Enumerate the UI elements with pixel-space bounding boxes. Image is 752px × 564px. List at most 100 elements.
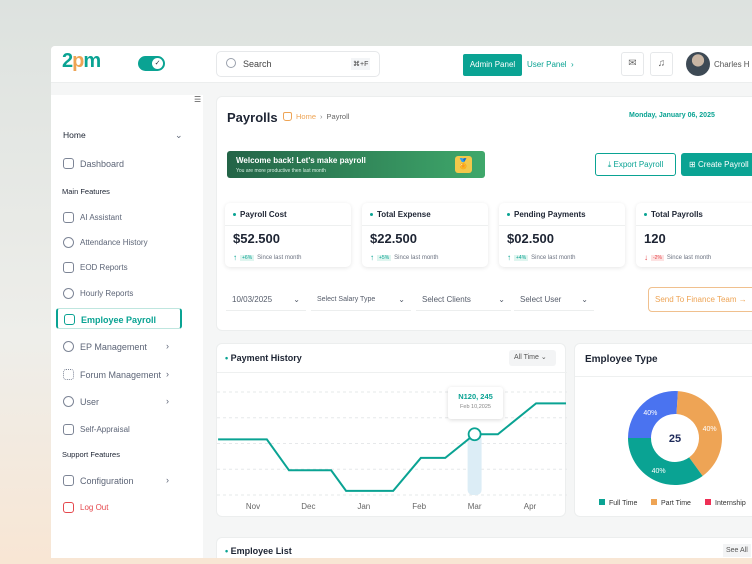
payroll-icon — [64, 314, 75, 325]
payment-history-card: • Payment History All Time ⌄ Nov Dec Jan Fe… — [216, 343, 567, 517]
chart-tooltip: N120, 245 Feb 10,2025 — [448, 387, 503, 419]
sidebar-item-employee-payroll[interactable]: Employee Payroll — [56, 308, 182, 329]
admin-panel-button[interactable]: Admin Panel — [463, 54, 522, 76]
award-icon: 🏅 — [455, 156, 472, 173]
stat-note: Since last month — [531, 254, 576, 261]
slice-label: 40% — [703, 426, 717, 433]
tooltip-value: N120, 245 — [458, 392, 493, 401]
x-tick-label: Nov — [246, 502, 260, 511]
label: EOD Reports — [80, 263, 128, 272]
donut-center-total: 25 — [669, 433, 681, 445]
label: Employee List — [230, 546, 292, 556]
x-tick-label: Mar — [468, 502, 482, 511]
chevron-right-icon: › — [166, 369, 169, 379]
welcome-banner: Welcome back! Let's make payroll You are… — [227, 151, 485, 178]
sidebar-item-dashboard[interactable]: Dashboard — [63, 158, 124, 169]
breadcrumb-home[interactable]: Home — [296, 112, 316, 121]
sidebar-item-ai-assistant[interactable]: AI Assistant — [63, 212, 122, 223]
create-payroll-button[interactable]: ⊞ Create Payroll — [681, 153, 752, 176]
highlight-point[interactable] — [467, 427, 482, 442]
sidebar-item-hourly-reports[interactable]: Hourly Reports — [63, 288, 133, 299]
salary-type-select[interactable]: Select Salary Type ⌄ — [311, 289, 411, 311]
sidebar-item-forum-management[interactable]: Forum Management — [63, 369, 161, 380]
change-badge: +5% — [377, 254, 392, 261]
label: User — [80, 396, 100, 407]
stat-value: $02.500 — [507, 231, 554, 246]
clipboard-icon — [63, 475, 74, 486]
payment-history-chart: Nov Dec Jan Feb Mar Apr — [217, 391, 567, 511]
legend-label: Internship — [715, 500, 746, 507]
highlight-bar — [467, 434, 482, 495]
change-badge: -2% — [651, 254, 664, 261]
clients-select[interactable]: Select Clients ⌄ — [416, 289, 511, 311]
x-tick-label: Jan — [357, 502, 370, 511]
label: AI Assistant — [80, 213, 122, 222]
legend-label: Full Time — [609, 500, 638, 507]
collapse-icon[interactable]: ☰ — [194, 95, 201, 104]
legend-label: Part Time — [661, 500, 691, 507]
logo[interactable]: 2pm — [62, 50, 101, 73]
clipboard-icon — [63, 424, 74, 435]
user-icon — [63, 396, 74, 407]
chevron-down-icon: ⌄ — [498, 295, 505, 304]
change-badge: +6% — [240, 254, 255, 261]
stat-value: $22.500 — [370, 231, 417, 246]
sidebar-item-ep-management[interactable]: EP Management — [63, 341, 147, 352]
theme-toggle[interactable]: ✓ — [138, 56, 165, 71]
logout-button[interactable]: Log Out — [63, 502, 108, 513]
arrow-down-icon: ↓ — [644, 253, 648, 262]
app-window: 2pm ✓ Search ⌘+F Admin Panel User Panel … — [51, 46, 752, 558]
legend-swatch — [599, 499, 605, 505]
slice-full-time[interactable] — [628, 438, 703, 485]
user-panel-link[interactable]: User Panel › — [527, 60, 574, 69]
tooltip-date: Feb 10,2025 — [460, 404, 491, 410]
search-input[interactable]: Search ⌘+F — [216, 51, 380, 77]
user-select[interactable]: Select User ⌄ — [514, 289, 594, 311]
stat-card: Total Expense $22.500 ↑ +5% Since last m… — [362, 203, 488, 267]
slice-label: 40% — [643, 410, 657, 417]
x-tick-label: Feb — [412, 502, 426, 511]
label: 10/03/2025 — [232, 295, 273, 304]
home-icon — [283, 112, 292, 121]
avatar[interactable] — [686, 52, 710, 76]
stat-title: Pending Payments — [507, 210, 586, 219]
stat-title: Total Expense — [370, 210, 431, 219]
stat-card: Payroll Cost $52.500 ↑ +6% Since last mo… — [225, 203, 351, 267]
check-icon: ✓ — [152, 58, 163, 69]
legend-swatch — [705, 499, 711, 505]
breadcrumb: Home › Payroll — [283, 112, 349, 121]
sidebar-item-attendance-history[interactable]: Attendance History — [63, 237, 148, 248]
chevron-down-icon: ⌄ — [175, 130, 183, 140]
chevron-right-icon: › — [166, 396, 169, 406]
download-icon: ⤓ — [607, 160, 612, 169]
home-icon — [63, 158, 74, 169]
see-all-button[interactable]: See All — [723, 544, 751, 557]
sidebar-item-user[interactable]: User — [63, 396, 99, 407]
label: Forum Management — [80, 369, 162, 380]
chevron-right-icon: › — [166, 341, 169, 351]
label: Export Payroll — [613, 160, 664, 169]
bell-icon[interactable]: ♫ — [650, 52, 673, 76]
stat-card: Total Payrolls 120 ↓ -2% Since last mont… — [636, 203, 752, 267]
messages-icon[interactable]: ✉ — [621, 52, 644, 76]
label: Log Out — [80, 503, 109, 512]
sidebar-item-self-appraisal[interactable]: Self-Appraisal — [63, 424, 130, 435]
sidebar-item-configuration[interactable]: Configuration — [63, 475, 134, 486]
label: Select Salary Type — [317, 296, 376, 303]
alarm-icon — [63, 288, 74, 299]
employee-list-title: • Employee List — [225, 546, 292, 556]
send-to-finance-button[interactable]: Send To Finance Team → — [648, 287, 752, 312]
arrow-up-icon: ↑ — [233, 253, 237, 262]
x-tick-label: Dec — [301, 502, 315, 511]
banner-subtitle: You are more productive then last month — [236, 168, 326, 174]
label: Create Payroll — [697, 160, 749, 169]
date-filter[interactable]: 10/03/2025 ⌄ — [226, 289, 306, 311]
sidebar-item-home[interactable]: Home — [63, 130, 86, 140]
export-payroll-button[interactable]: ⤓ Export Payroll — [595, 153, 676, 176]
logout-icon — [63, 502, 74, 513]
user-panel-label: User Panel — [527, 60, 567, 69]
sidebar-item-eod-reports[interactable]: EOD Reports — [63, 262, 128, 273]
stat-title: Payroll Cost — [233, 210, 287, 219]
sidebar: ☰ Home ⌄ Dashboard Main Features AI Assi… — [51, 95, 203, 558]
stat-value: $52.500 — [233, 231, 280, 246]
